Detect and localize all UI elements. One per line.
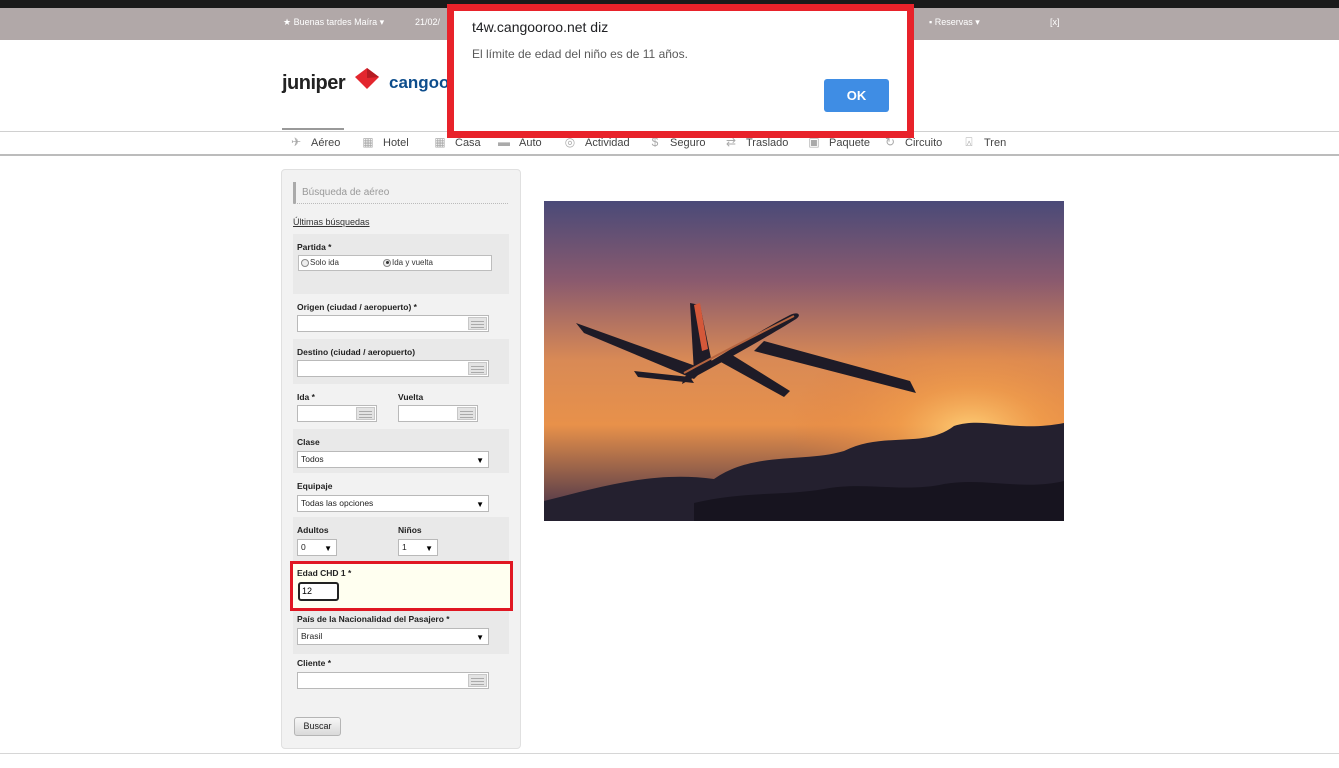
nav-label: Hotel (383, 136, 409, 149)
nav-label: Auto (519, 136, 542, 149)
pais-select[interactable]: Brasil ▼ (297, 628, 489, 645)
destino-input[interactable] (297, 360, 489, 377)
dropdown-arrow-icon: ▼ (476, 500, 484, 509)
pais-label: País de la Nacionalidad del Pasajero * (297, 614, 450, 624)
flight-search-panel: Búsqueda de aéreo Últimas búsquedas Part… (281, 169, 521, 749)
cliente-input[interactable] (297, 672, 489, 689)
close-link[interactable]: [x] (1050, 17, 1060, 27)
panel-title: Búsqueda de aéreo (293, 182, 508, 204)
trip-type-group: Solo ida Ida y vuelta (298, 255, 492, 271)
plane-icon: ✈ (290, 135, 302, 149)
adultos-label: Adultos (297, 525, 329, 535)
edad-chd-label: Edad CHD 1 * (297, 568, 352, 578)
document-icon: ▪ (929, 17, 933, 27)
ninos-select[interactable]: 1 ▼ (398, 539, 438, 556)
dropdown-arrow-icon: ▼ (425, 544, 433, 553)
diamond-logo-icon (355, 68, 379, 89)
ninos-value: 1 (402, 542, 407, 552)
nav-label: Aéreo (311, 136, 341, 149)
cangooroo-logo-text: cangoor (389, 73, 457, 92)
radio-selected-icon (383, 258, 391, 267)
ida-label: Ida * (297, 392, 315, 402)
airplane-sunset-image (544, 201, 1064, 521)
nav-label: Circuito (905, 136, 943, 149)
partida-label: Partida * (297, 242, 332, 252)
reservas-label: Reservas (934, 17, 973, 27)
origen-input[interactable] (297, 315, 489, 332)
dialog-title: t4w.cangooroo.net diz (472, 19, 609, 35)
dialog-message: El límite de edad del niño es de 11 años… (472, 47, 688, 61)
origen-label: Origen (ciudad / aeropuerto) * (297, 302, 417, 312)
adultos-value: 0 (301, 542, 306, 552)
equipaje-label: Equipaje (297, 481, 333, 491)
calendar-icon[interactable] (356, 407, 375, 420)
calendar-icon[interactable] (457, 407, 476, 420)
nav-divider-bottom (0, 154, 1339, 156)
edad-chd-field-highlight: Edad CHD 1 * 12 (290, 561, 513, 611)
nav-item-aereo[interactable]: ✈ Aéreo (288, 136, 340, 149)
nav-label: Paquete (829, 136, 870, 149)
ninos-label: Niños (398, 525, 422, 535)
equipaje-select[interactable]: Todas las opciones ▼ (297, 495, 489, 512)
ida-y-vuelta-option[interactable]: Ida y vuelta (383, 258, 433, 267)
nav-label: Casa (455, 136, 481, 149)
greeting-menu[interactable]: ★ Buenas tardes Maíra ▾ (283, 17, 384, 28)
clase-value: Todos (301, 454, 324, 464)
house-icon: ▦ (434, 135, 446, 149)
nav-label: Seguro (670, 136, 706, 149)
clase-label: Clase (297, 437, 320, 447)
star-icon: ★ (283, 17, 292, 27)
nav-item-hotel[interactable]: ▦ Hotel (360, 135, 409, 149)
greeting-text: Buenas tardes Maíra (293, 17, 378, 27)
hotel-icon: ▦ (362, 135, 374, 149)
solo-ida-option[interactable]: Solo ida (301, 258, 339, 267)
keyboard-icon[interactable] (468, 362, 487, 375)
clase-select[interactable]: Todos ▼ (297, 451, 489, 468)
dropdown-arrow-icon: ▼ (324, 544, 332, 553)
nav-label: Traslado (746, 136, 789, 149)
vuelta-label: Vuelta (398, 392, 424, 402)
edad-chd-input[interactable]: 12 (298, 582, 339, 601)
ok-button[interactable]: OK (824, 79, 889, 112)
radio-label: Ida y vuelta (392, 258, 433, 267)
buscar-button[interactable]: Buscar (294, 717, 341, 736)
adultos-select[interactable]: 0 ▼ (297, 539, 337, 556)
dropdown-arrow-icon: ▼ (476, 456, 484, 465)
current-date: 21/02/ (415, 17, 441, 27)
pais-value: Brasil (301, 631, 323, 641)
radio-label: Solo ida (310, 258, 339, 267)
nav-active-indicator (282, 128, 344, 130)
nav-label: Tren (984, 136, 1007, 149)
cliente-label: Cliente * (297, 658, 332, 668)
ida-date-input[interactable] (297, 405, 377, 422)
keyboard-icon[interactable] (468, 317, 487, 330)
radio-icon (301, 258, 309, 267)
train-icon: ⍓ (965, 135, 973, 149)
equipaje-value: Todas las opciones (301, 498, 374, 508)
chevron-down-icon: ▾ (379, 17, 385, 27)
keyboard-icon[interactable] (468, 674, 487, 687)
juniper-logo-text: juniper (282, 72, 346, 94)
alert-dialog: t4w.cangooroo.net diz El límite de edad … (447, 4, 914, 138)
vuelta-date-input[interactable] (398, 405, 478, 422)
chevron-down-icon: ▾ (975, 17, 980, 27)
destino-label: Destino (ciudad / aeropuerto) (297, 347, 416, 357)
nav-item-tren[interactable]: ⍓ Tren (961, 136, 1006, 149)
last-searches-link[interactable]: Últimas búsquedas (293, 217, 370, 227)
dropdown-arrow-icon: ▼ (476, 633, 484, 642)
panel-title-divider (293, 203, 508, 204)
footer-divider (0, 753, 1339, 754)
reservas-menu[interactable]: ▪ Reservas ▾ (929, 17, 980, 28)
nav-label: Actividad (585, 136, 630, 149)
